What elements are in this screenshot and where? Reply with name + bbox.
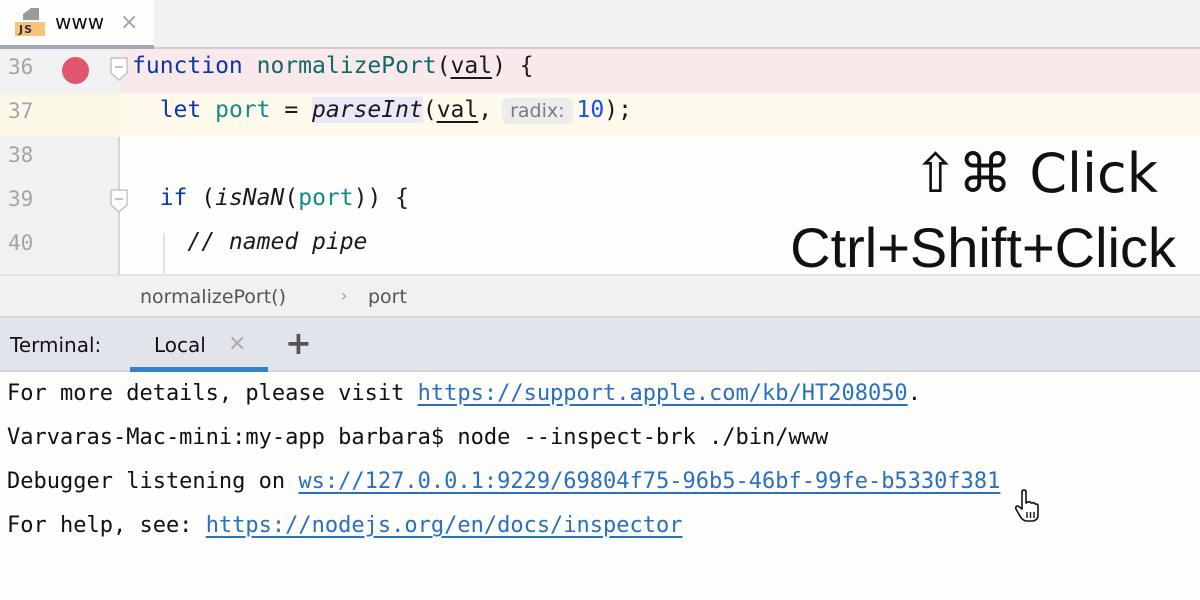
line-number: 37 xyxy=(8,99,34,123)
code-comment: // named pipe xyxy=(132,229,368,255)
terminal-title: Terminal: xyxy=(10,333,102,357)
fold-icon[interactable] xyxy=(110,57,128,81)
mac-shortcut-caption: ⇧⌘ Click xyxy=(912,142,1158,205)
win-shortcut-caption: Ctrl+Shift+Click xyxy=(790,216,1176,279)
terminal-line: For help, see: https://nodejs.org/en/doc… xyxy=(7,513,683,538)
line-number: 39 xyxy=(8,187,34,211)
terminal-link[interactable]: https://support.apple.com/kb/HT208050 xyxy=(418,381,908,406)
terminal-line: Debugger listening on ws://127.0.0.1:922… xyxy=(7,469,1001,494)
line-number: 38 xyxy=(8,143,34,167)
tab-www[interactable]: JS www × xyxy=(0,0,154,49)
close-icon[interactable]: × xyxy=(228,331,246,356)
breadcrumb-item-variable[interactable]: port xyxy=(368,286,407,308)
editor-tab-bar: JS www × xyxy=(0,0,1200,49)
breakpoint-icon[interactable] xyxy=(62,57,89,84)
code-line[interactable]: 36 function normalizePort(val) { xyxy=(0,49,1200,93)
terminal-line: Varvaras-Mac-mini:my-app barbara$ node -… xyxy=(7,425,829,450)
tab-label: Local xyxy=(154,333,206,357)
code-text: function normalizePort(val) { xyxy=(132,53,534,79)
line-number: 40 xyxy=(8,231,34,255)
terminal-output[interactable]: For more details, please visit https://s… xyxy=(0,372,1200,600)
tab-local[interactable]: Local × xyxy=(130,318,268,372)
indent-guide xyxy=(163,233,165,274)
add-terminal-button[interactable]: + xyxy=(285,324,312,362)
terminal-link[interactable]: https://nodejs.org/en/docs/inspector xyxy=(206,513,683,538)
terminal-line: For more details, please visit https://s… xyxy=(7,381,921,406)
hand-pointer-icon xyxy=(1014,489,1039,522)
breadcrumb: normalizePort() › port xyxy=(0,274,1200,318)
code-text: let port = parseInt(val, radix: 10); xyxy=(159,97,632,124)
close-icon[interactable]: × xyxy=(120,10,138,36)
tab-label: www xyxy=(55,10,105,34)
parameter-hint: radix: xyxy=(502,98,573,124)
code-text: if (isNaN(port)) { xyxy=(159,185,409,211)
fold-icon[interactable] xyxy=(110,189,128,213)
line-number: 36 xyxy=(8,55,34,79)
js-file-icon: JS xyxy=(15,8,47,38)
chevron-right-icon: › xyxy=(341,286,348,305)
terminal-link[interactable]: ws://127.0.0.1:9229/69804f75-96b5-46bf-9… xyxy=(298,469,1000,494)
breadcrumb-item-function[interactable]: normalizePort() xyxy=(140,286,286,308)
code-line[interactable]: 37 let port = parseInt(val, radix: 10); xyxy=(0,93,1200,137)
terminal-header: Terminal: Local × + xyxy=(0,318,1200,372)
